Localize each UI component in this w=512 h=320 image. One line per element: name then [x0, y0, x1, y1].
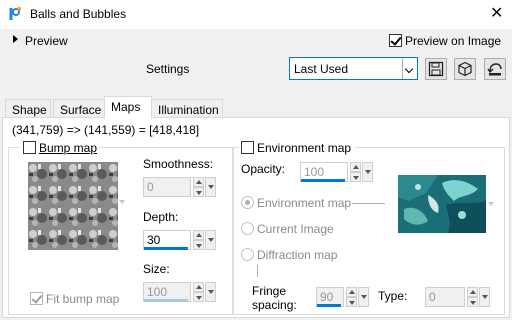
tab-surface[interactable]: Surface [53, 99, 105, 119]
fringe-spacing-label-line2: spacing: [252, 298, 297, 312]
size-label: Size: [143, 262, 170, 276]
depth-menu-icon[interactable] [205, 230, 216, 250]
arrow-down-icon[interactable] [346, 297, 357, 307]
depth-slider-bar [144, 247, 188, 250]
bump-map-checkbox[interactable] [23, 141, 36, 154]
close-icon[interactable]: ✕ [490, 3, 503, 22]
size-stepper[interactable] [193, 282, 204, 302]
arrow-down-icon[interactable] [193, 240, 204, 250]
radio-current-image-label[interactable]: Current Image [257, 222, 334, 236]
size-value: 100 [147, 285, 168, 299]
type-stepper[interactable] [467, 287, 478, 307]
fringe-slider-bar [317, 304, 341, 307]
opacity-value: 100 [304, 165, 325, 179]
expand-arrow-icon[interactable] [13, 35, 18, 43]
save-icon [428, 61, 444, 77]
resource-manager-button[interactable] [454, 58, 476, 80]
size-input[interactable]: 100 [143, 282, 191, 302]
radio-diffraction-map[interactable] [241, 248, 254, 261]
preview-on-image-label[interactable]: Preview on Image [405, 34, 501, 48]
bump-map-thumbnail[interactable] [28, 162, 118, 250]
bump-map-label[interactable]: Bump map [39, 141, 97, 155]
arrow-up-icon[interactable] [467, 287, 478, 297]
tab-label: Surface [60, 103, 102, 117]
arrow-up-icon[interactable] [350, 162, 361, 172]
type-value: 0 [429, 290, 436, 304]
tab-label: Shape [12, 103, 47, 117]
tab-label: Illumination [158, 103, 219, 117]
opacity-menu-icon[interactable] [362, 162, 373, 182]
opacity-input[interactable]: 100 [300, 162, 348, 182]
window-title: Balls and Bubbles [30, 7, 127, 21]
environment-map-dropdown-icon[interactable] [488, 202, 494, 206]
smoothness-stepper[interactable] [193, 177, 204, 197]
connector-line [257, 265, 258, 277]
environment-map-checkbox[interactable] [241, 141, 254, 154]
preset-select-value: Last Used [294, 62, 349, 76]
fringe-spacing-label-line1: Fringe [252, 284, 287, 298]
tab-illumination[interactable]: Illumination [151, 99, 223, 119]
fringe-stepper[interactable] [346, 287, 357, 307]
arrow-down-icon[interactable] [193, 187, 204, 197]
size-slider-bar [144, 299, 188, 302]
smoothness-value: 0 [147, 180, 154, 194]
size-menu-icon[interactable] [205, 282, 216, 302]
depth-input[interactable]: 30 [143, 230, 191, 250]
connector-line [352, 203, 385, 204]
arrow-down-icon[interactable] [467, 297, 478, 307]
fringe-spacing-value: 90 [320, 290, 334, 304]
opacity-slider-bar [301, 179, 345, 182]
preview-on-image-checkbox[interactable] [389, 34, 402, 47]
arrow-down-icon[interactable] [350, 172, 361, 182]
fit-bump-map-checkbox[interactable] [30, 292, 43, 305]
chevron-down-icon[interactable] [402, 58, 417, 79]
depth-value: 30 [147, 233, 161, 247]
type-menu-icon[interactable] [479, 287, 490, 307]
arrow-down-icon[interactable] [193, 292, 204, 302]
tab-shape[interactable]: Shape [5, 99, 51, 119]
opacity-stepper[interactable] [350, 162, 361, 182]
smoothness-label: Smoothness: [143, 157, 214, 171]
save-preset-button[interactable] [425, 58, 447, 80]
reset-button[interactable] [484, 58, 506, 80]
radio-current-image[interactable] [241, 222, 254, 235]
fringe-menu-icon[interactable] [358, 287, 369, 307]
type-input[interactable]: 0 [425, 287, 465, 307]
environment-map-thumbnail[interactable] [398, 175, 486, 233]
depth-stepper[interactable] [193, 230, 204, 250]
radio-diffraction-map-label[interactable]: Diffraction map [257, 248, 337, 262]
tab-maps[interactable]: Maps [104, 96, 152, 119]
bump-map-dropdown-icon[interactable] [119, 200, 125, 204]
preview-toggle-label[interactable]: Preview [25, 34, 68, 48]
coordinates-readout: (341,759) => (141,559) = [418,418] [12, 123, 200, 137]
smoothness-menu-icon[interactable] [205, 177, 216, 197]
arrow-up-icon[interactable] [193, 282, 204, 292]
reset-icon [487, 63, 502, 76]
app-icon [8, 6, 24, 22]
opacity-label: Opacity: [241, 162, 286, 176]
radio-environment-map[interactable] [241, 196, 254, 209]
type-label: Type: [378, 289, 408, 303]
tab-label: Maps [111, 100, 141, 114]
preset-select[interactable]: Last Used [289, 57, 418, 80]
cube-icon [458, 61, 472, 77]
arrow-up-icon[interactable] [193, 177, 204, 187]
radio-environment-map-label[interactable]: Environment map [257, 196, 351, 210]
fit-bump-map-label[interactable]: Fit bump map [46, 292, 119, 306]
fringe-spacing-input[interactable]: 90 [316, 287, 344, 307]
depth-label: Depth: [143, 210, 179, 224]
arrow-up-icon[interactable] [346, 287, 357, 297]
environment-map-label[interactable]: Environment map [257, 141, 351, 155]
arrow-up-icon[interactable] [193, 230, 204, 240]
settings-label: Settings [146, 62, 190, 76]
smoothness-input[interactable]: 0 [143, 177, 191, 197]
